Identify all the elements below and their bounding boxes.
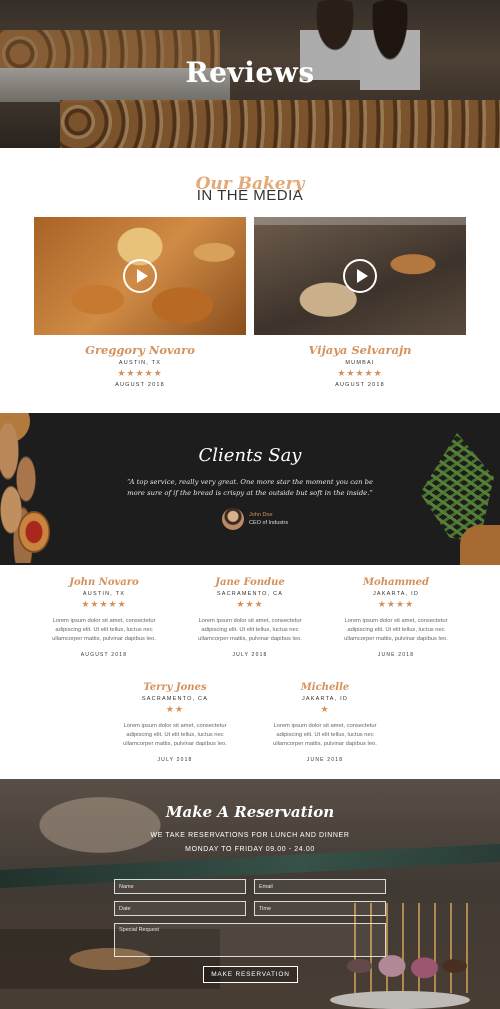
review-text: Lorem ipsum dolor sit amet, consectetur … <box>344 618 448 642</box>
media-section: Our Bakery IN THE MEDIA Greggory Novaro … <box>0 148 500 413</box>
opening-hours: MONDAY TO FRIDAY 09.00 - 24.00 <box>185 846 315 853</box>
review-date: AUGUST 2018 <box>80 652 128 658</box>
star-rating: ★★★★★ <box>117 368 163 378</box>
reviewer-location: JAKARTA, ID <box>301 696 348 702</box>
media-card: Vijaya Selvarajn MUMBAI ★★★★★ AUGUST 201… <box>254 217 466 388</box>
review-date: JUNE 2018 <box>377 652 415 658</box>
testimonial-card: Terry Jones SACRAMENTO, CA ★★ Lorem ipsu… <box>113 682 237 763</box>
reviewer-name: Terry Jones <box>143 682 207 693</box>
clients-say-section: Clients Say “A top service, really very … <box>0 413 500 565</box>
review-text: Lorem ipsum dolor sit amet, consectetur … <box>273 723 377 747</box>
review-date: JULY 2018 <box>157 757 193 763</box>
page-title: Reviews <box>185 56 315 89</box>
reviewer-name: Greggory Novaro <box>85 343 195 357</box>
testimonials-section: John Novaro AUSTIN, TX ★★★★★ Lorem ipsum… <box>0 565 500 779</box>
review-date: JUNE 2018 <box>306 757 344 763</box>
video-thumbnail[interactable] <box>34 217 246 335</box>
review-date: AUGUST 2018 <box>115 382 165 388</box>
star-rating: ★★★ <box>236 599 264 609</box>
star-rating: ★ <box>320 704 330 714</box>
clients-title: Clients Say <box>198 445 302 466</box>
reviewer-name: John Novaro <box>69 577 139 588</box>
reservation-info: WE TAKE RESERVATIONS FOR LUNCH AND DINNE… <box>150 832 350 839</box>
media-subtitle: IN THE MEDIA <box>196 187 304 204</box>
reviewer-name: Michelle <box>300 682 350 693</box>
testimonial-quote: “A top service, really very great. One m… <box>126 478 374 497</box>
special-request-field[interactable] <box>114 923 386 957</box>
avatar <box>222 508 244 530</box>
reviewer-name: Mohammed <box>362 577 429 588</box>
star-rating: ★★ <box>165 704 185 714</box>
bread-decoration <box>460 525 500 565</box>
pastry-decoration <box>18 511 50 553</box>
author-role: CEO of Industrs <box>249 520 289 526</box>
star-rating: ★★★★ <box>377 599 415 609</box>
reviewer-name: Vijaya Selvarajn <box>308 343 412 357</box>
reviewer-location: AUSTIN, TX <box>82 591 126 597</box>
reviewer-name: Jane Fondue <box>215 577 285 588</box>
media-card: Greggory Novaro AUSTIN, TX ★★★★★ AUGUST … <box>34 217 246 388</box>
star-rating: ★★★★★ <box>337 368 383 378</box>
testimonial-card: John Novaro AUSTIN, TX ★★★★★ Lorem ipsum… <box>42 577 166 658</box>
reviewer-location: AUSTIN, TX <box>118 360 162 366</box>
testimonial-card: Jane Fondue SACRAMENTO, CA ★★★ Lorem ips… <box>188 577 312 658</box>
reservation-section: Make A Reservation WE TAKE RESERVATIONS … <box>0 779 500 1009</box>
testimonial-card: Michelle JAKARTA, ID ★ Lorem ipsum dolor… <box>263 682 387 763</box>
play-icon[interactable] <box>343 259 377 293</box>
reviewer-location: SACRAMENTO, CA <box>141 696 209 702</box>
review-text: Lorem ipsum dolor sit amet, consectetur … <box>52 618 156 642</box>
email-field[interactable] <box>254 879 386 894</box>
media-heading: Our Bakery IN THE MEDIA <box>0 174 500 208</box>
quote-author: John Doe CEO of Industrs <box>222 508 288 530</box>
reviewer-location: JAKARTA, ID <box>372 591 419 597</box>
name-field[interactable] <box>114 879 246 894</box>
review-date: JULY 2018 <box>232 652 268 658</box>
review-date: AUGUST 2018 <box>335 382 385 388</box>
make-reservation-button[interactable]: MAKE RESERVATION <box>203 966 298 983</box>
video-thumbnail[interactable] <box>254 217 466 335</box>
star-rating: ★★★★★ <box>81 599 127 609</box>
hero-banner: Reviews <box>0 0 500 148</box>
review-text: Lorem ipsum dolor sit amet, consectetur … <box>198 618 302 642</box>
time-field[interactable] <box>254 901 386 916</box>
date-field[interactable] <box>114 901 246 916</box>
play-icon[interactable] <box>123 259 157 293</box>
reviewer-location: MUMBAI <box>345 360 375 366</box>
review-text: Lorem ipsum dolor sit amet, consectetur … <box>123 723 227 747</box>
testimonial-card: Mohammed JAKARTA, ID ★★★★ Lorem ipsum do… <box>334 577 458 658</box>
reservation-form <box>114 879 386 962</box>
reservation-title: Make A Reservation <box>165 803 335 821</box>
reviewer-location: SACRAMENTO, CA <box>216 591 284 597</box>
author-name: John Doe <box>249 512 273 518</box>
